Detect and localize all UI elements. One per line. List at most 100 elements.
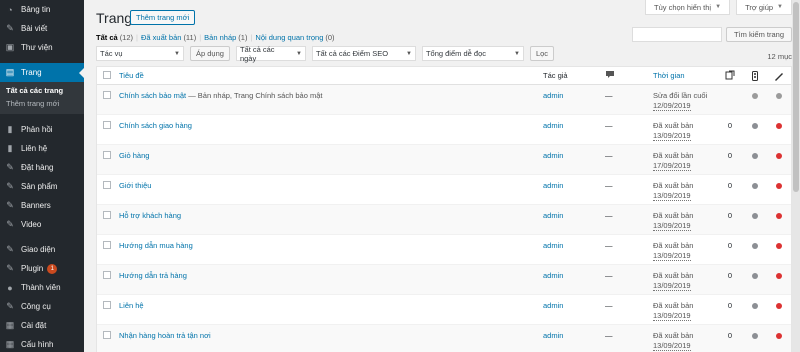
readability-filter-select[interactable]: Tổng điểm dễ đọc ▼	[421, 46, 524, 61]
page-title-link[interactable]: Chính sách bảo mật	[119, 91, 186, 100]
comment-icon[interactable]	[605, 70, 615, 80]
page-title-link[interactable]: Giới thiệu	[119, 181, 151, 190]
submenu-all-pages[interactable]: Tất cả các trang	[0, 84, 84, 97]
help-button[interactable]: Trợ giúp ▼	[736, 0, 792, 15]
column-date-header[interactable]: Thời gian	[653, 71, 685, 80]
apply-button[interactable]: Áp dụng	[190, 46, 230, 61]
sidebar-item-label: Video	[21, 220, 42, 229]
sidebar-item-appearance[interactable]: ✎ Giao diện	[0, 240, 84, 259]
row-checkbox[interactable]	[103, 211, 111, 219]
sidebar-item-dashboard[interactable]: ◔ Bảng tin	[0, 0, 84, 19]
sidebar-item-config[interactable]: ▦ Cấu hình	[0, 335, 84, 352]
page-title-link[interactable]: Nhận hàng hoàn trả tận nơi	[119, 331, 211, 340]
readability-score-dot	[776, 303, 782, 309]
scrollbar-thumb[interactable]	[793, 2, 799, 192]
bulk-action-select[interactable]: Tác vụ ▼	[96, 46, 184, 61]
readability-score-dot	[776, 93, 782, 99]
tablenav-top: Tác vụ ▼ Áp dụng Tất cả các ngày ▼ Tất c…	[96, 45, 555, 63]
admin-sidebar: ◔ Bảng tin ✎ Bài viết ▣ Thư viện ▤ Trang…	[0, 0, 84, 352]
sidebar-item-label: Thư viện	[21, 43, 53, 52]
filter-published-link[interactable]: Đã xuất bản	[141, 33, 181, 42]
readability-score-dot	[776, 183, 782, 189]
page-title-link[interactable]: Hướng dẫn trả hàng	[119, 271, 187, 280]
author-link[interactable]: admin	[543, 151, 563, 160]
table-row: Giỏ hàng admin — Đã xuất bản 17/09/2019 …	[97, 145, 791, 175]
readability-score-dot	[776, 243, 782, 249]
row-checkbox[interactable]	[103, 121, 111, 129]
page-title-link[interactable]: Liên hệ	[119, 301, 144, 310]
seo-score-dot	[752, 243, 758, 249]
sidebar-item-video[interactable]: ✎ Video	[0, 215, 84, 234]
page-title-link[interactable]: Hỗ trợ khách hàng	[119, 211, 181, 220]
sidebar-item-banner[interactable]: ✎ Banners	[0, 196, 84, 215]
chevron-down-icon: ▼	[777, 4, 783, 10]
sidebar-item-media[interactable]: ▣ Thư viện	[0, 38, 84, 57]
sidebar-item-plugin[interactable]: ✎ Plugin 1	[0, 259, 84, 278]
row-checkbox[interactable]	[103, 301, 111, 309]
date-status: Đã xuất bản	[653, 241, 694, 250]
author-link[interactable]: admin	[543, 271, 563, 280]
pin-icon: ✎	[6, 23, 14, 33]
readability-score-dot	[776, 273, 782, 279]
sidebar-item-tools[interactable]: ✎ Công cụ	[0, 297, 84, 316]
readability-score-dot	[776, 123, 782, 129]
filter-all-link[interactable]: Tất cả	[96, 33, 118, 42]
select-all-checkbox[interactable]	[103, 70, 111, 79]
row-checkbox[interactable]	[103, 181, 111, 189]
pages-table: Tiêu đề Tác giả Thời gian Chính sách bảo…	[96, 66, 792, 352]
comment-count: —	[605, 151, 613, 160]
author-link[interactable]: admin	[543, 91, 563, 100]
date-status: Đã xuất bản	[653, 331, 694, 340]
author-link[interactable]: admin	[543, 331, 563, 340]
filter-draft-link[interactable]: Bản nháp	[204, 33, 236, 42]
row-checkbox[interactable]	[103, 151, 111, 159]
table-row: Hỗ trợ khách hàng admin — Đã xuất bản 13…	[97, 205, 791, 235]
seo-score-dot	[752, 153, 758, 159]
page-title-link[interactable]: Giỏ hàng	[119, 151, 149, 160]
row-checkbox[interactable]	[103, 241, 111, 249]
author-link[interactable]: admin	[543, 301, 563, 310]
page-title-link[interactable]: Chính sách giao hàng	[119, 121, 192, 130]
sidebar-item-users[interactable]: ● Thành viên	[0, 278, 84, 297]
screen-options-button[interactable]: Tùy chọn hiển thị ▼	[644, 0, 731, 15]
filter-button[interactable]: Lọc	[529, 46, 555, 61]
date-filter-select[interactable]: Tất cả các ngày ▼	[235, 45, 306, 63]
sidebar-item-order[interactable]: ✎ Đặt hàng	[0, 158, 84, 177]
author-link[interactable]: admin	[543, 211, 563, 220]
add-new-page-button[interactable]: Thêm trang mới	[130, 10, 196, 25]
author-link[interactable]: admin	[543, 181, 563, 190]
submenu-add-new[interactable]: Thêm trang mới	[0, 97, 84, 110]
table-row: Chính sách bảo mật — Bản nháp, Trang Chí…	[97, 85, 791, 115]
search-input[interactable]	[632, 27, 722, 42]
date-value: 12/09/2019	[653, 101, 691, 111]
author-link[interactable]: admin	[543, 121, 563, 130]
column-title-header[interactable]: Tiêu đề	[119, 71, 144, 80]
sidebar-item-contact[interactable]: ▮ Liên hệ	[0, 139, 84, 158]
author-link[interactable]: admin	[543, 241, 563, 250]
window-scrollbar[interactable]	[792, 0, 800, 352]
sidebar-item-page[interactable]: ▤ Trang	[0, 63, 84, 82]
date-value: 13/09/2019	[653, 131, 691, 141]
page-title: Trang	[96, 10, 133, 26]
sidebar-item-comment[interactable]: ▮ Phản hồi	[0, 120, 84, 139]
row-checkbox[interactable]	[103, 91, 111, 99]
sidebar-item-label: Đặt hàng	[21, 163, 54, 172]
seo-score-icon	[750, 70, 760, 81]
comment-count: —	[605, 331, 613, 340]
comment-count: —	[605, 121, 613, 130]
internal-links-count: 0	[727, 301, 733, 310]
row-checkbox[interactable]	[103, 271, 111, 279]
row-checkbox[interactable]	[103, 331, 111, 339]
seo-score-dot	[752, 183, 758, 189]
readability-icon	[774, 71, 784, 81]
table-header: Tiêu đề Tác giả Thời gian	[97, 67, 791, 85]
internal-links-count: 0	[727, 211, 733, 220]
chevron-down-icon: ▼	[514, 50, 520, 57]
sidebar-item-settings[interactable]: ▦ Cài đặt	[0, 316, 84, 335]
page-title-link[interactable]: Hướng dẫn mua hàng	[119, 241, 193, 250]
filter-cornerstone-link[interactable]: Nội dung quan trọng	[255, 33, 323, 42]
seo-filter-select[interactable]: Tất cả các Điểm SEO ▼	[311, 46, 416, 61]
sidebar-item-product[interactable]: ✎ Sản phẩm	[0, 177, 84, 196]
search-pages-button[interactable]: Tìm kiếm trang	[726, 27, 792, 42]
sidebar-item-pin[interactable]: ✎ Bài viết	[0, 19, 84, 38]
